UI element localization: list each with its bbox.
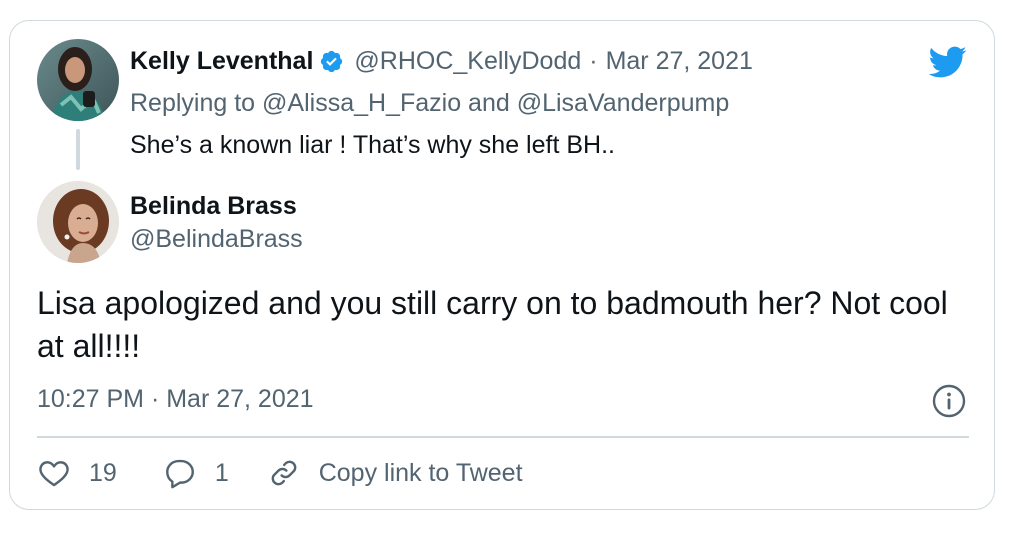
copy-link-button[interactable]: Copy link to Tweet (267, 456, 523, 490)
parent-tweet-header: Kelly Leventhal @RHOC_KellyDodd · Mar 27… (130, 44, 753, 78)
like-count: 19 (89, 458, 117, 487)
main-tweet-text: Lisa apologized and you still carry on t… (37, 285, 948, 364)
tweet-timestamp[interactable]: 10:27 PM · Mar 27, 2021 (37, 382, 314, 416)
main-author-handle[interactable]: @BelindaBrass (130, 222, 303, 256)
reply-button[interactable]: 1 (163, 456, 229, 490)
separator-dot: · (589, 47, 598, 75)
mention-link[interactable]: @Alissa_H_Fazio (262, 89, 461, 117)
copy-link-label: Copy link to Tweet (318, 458, 523, 487)
verified-badge-icon (321, 50, 343, 72)
replying-to-line: Replying to @Alissa_H_Fazio and @LisaVan… (130, 86, 729, 120)
thread-connector-line (76, 129, 80, 170)
like-button[interactable]: 19 (37, 456, 117, 490)
avatar[interactable] (37, 181, 119, 263)
parent-tweet-date[interactable]: Mar 27, 2021 (606, 44, 753, 78)
info-icon[interactable] (931, 383, 967, 419)
speech-bubble-icon (165, 459, 194, 489)
parent-tweet-text: She’s a known liar ! That’s why she left… (130, 131, 615, 159)
reply-count: 1 (214, 458, 229, 487)
parent-author-handle[interactable]: @RHOC_KellyDodd (354, 44, 581, 78)
link-icon (271, 460, 297, 486)
twitter-bird-icon[interactable] (925, 42, 969, 82)
mention-link[interactable]: @LisaVanderpump (517, 89, 730, 117)
main-author-name[interactable]: Belinda Brass (130, 189, 297, 223)
replying-and: and (468, 89, 510, 117)
replying-prefix: Replying to (130, 89, 256, 117)
avatar[interactable] (37, 39, 119, 121)
tweet-actions-bar: 19 1 Copy link to Tweet (37, 453, 523, 493)
parent-author-name[interactable]: Kelly Leventhal (130, 44, 313, 78)
heart-icon (39, 461, 69, 487)
divider (37, 436, 969, 438)
